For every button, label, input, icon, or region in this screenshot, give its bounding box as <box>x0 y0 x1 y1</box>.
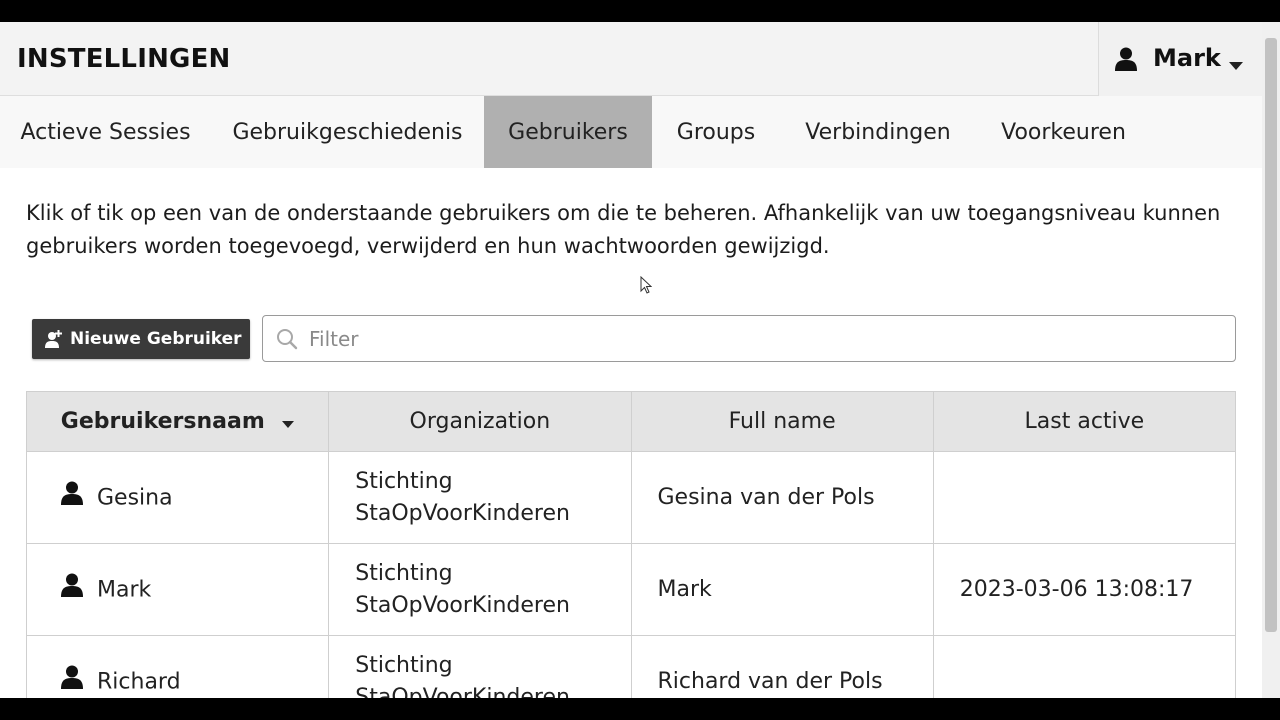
add-user-icon <box>45 330 63 348</box>
person-icon <box>61 573 83 603</box>
last-active-cell: 2023-03-06 13:08:17 <box>932 543 1237 636</box>
last-active-cell <box>932 635 1237 698</box>
filter-field[interactable] <box>262 315 1236 362</box>
tab-verbindingen[interactable]: Verbindingen <box>780 96 976 168</box>
new-user-label: Nieuwe Gebruiker <box>70 329 242 349</box>
table-header-row: Gebruikersnaam Organization Full name La… <box>25 391 1237 452</box>
new-user-button[interactable]: Nieuwe Gebruiker <box>32 319 250 359</box>
users-description: Klik of tik op een van de onderstaande g… <box>26 201 1221 258</box>
page-title: INSTELLINGEN <box>17 44 231 74</box>
sort-caret-down-icon <box>282 409 295 434</box>
tab-actieve-sessies[interactable]: Actieve Sessies <box>0 96 211 168</box>
tab-gebruikers[interactable]: Gebruikers <box>484 96 652 168</box>
username-text: Mark <box>97 577 152 602</box>
username-text: Gesina <box>97 485 173 510</box>
caret-down-icon <box>1229 55 1243 74</box>
person-icon <box>61 481 83 511</box>
column-header-organization[interactable]: Organization <box>328 391 632 452</box>
organization-cell: Stichting StaOpVoorKinderen <box>328 451 632 544</box>
filter-input[interactable] <box>309 322 1209 355</box>
user-name-label: Mark <box>1153 44 1221 72</box>
username-cell[interactable]: Mark <box>25 543 330 636</box>
user-menu-button[interactable]: Mark <box>1098 22 1262 96</box>
tab-voorkeuren[interactable]: Voorkeuren <box>976 96 1151 168</box>
full-name-cell: Gesina van der Pols <box>630 451 934 544</box>
last-active-cell <box>932 451 1237 544</box>
column-header-last-active[interactable]: Last active <box>932 391 1237 452</box>
table-row[interactable]: Gesina Stichting StaOpVoorKinderen Gesin… <box>25 451 1237 544</box>
column-header-username[interactable]: Gebruikersnaam <box>25 391 330 452</box>
search-icon <box>276 328 298 354</box>
tab-groups[interactable]: Groups <box>652 96 780 168</box>
column-header-label: Gebruikersnaam <box>60 408 265 434</box>
scrollbar-thumb[interactable] <box>1265 38 1277 632</box>
column-header-full-name[interactable]: Full name <box>630 391 934 452</box>
table-row[interactable]: Mark Stichting StaOpVoorKinderen Mark 20… <box>25 543 1237 636</box>
mouse-pointer-icon <box>640 275 653 298</box>
username-cell[interactable]: Richard <box>25 635 330 698</box>
table-row[interactable]: Richard Stichting StaOpVoorKinderen Rich… <box>25 635 1237 699</box>
organization-cell: Stichting StaOpVoorKinderen <box>328 635 632 699</box>
organization-cell: Stichting StaOpVoorKinderen <box>328 543 632 636</box>
header-bar: INSTELLINGEN Mark <box>0 22 1262 96</box>
full-name-cell: Mark <box>630 543 934 636</box>
person-icon <box>61 665 83 695</box>
users-table: Gebruikersnaam Organization Full name La… <box>25 391 1237 699</box>
tab-bar: Actieve Sessies Gebruikgeschiedenis Gebr… <box>0 96 1262 168</box>
full-name-cell: Richard van der Pols <box>630 635 934 698</box>
vertical-scrollbar[interactable] <box>1262 22 1280 698</box>
organization-text: Stichting StaOpVoorKinderen <box>355 652 570 699</box>
username-text: Richard <box>97 669 181 694</box>
username-cell[interactable]: Gesina <box>25 451 330 544</box>
tab-gebruikgeschiedenis[interactable]: Gebruikgeschiedenis <box>211 96 484 168</box>
settings-page: INSTELLINGEN Mark Actieve Sessies Gebrui… <box>0 22 1280 698</box>
person-icon <box>1115 47 1137 75</box>
organization-text: Stichting StaOpVoorKinderen <box>355 468 570 526</box>
organization-text: Stichting StaOpVoorKinderen <box>355 560 570 618</box>
